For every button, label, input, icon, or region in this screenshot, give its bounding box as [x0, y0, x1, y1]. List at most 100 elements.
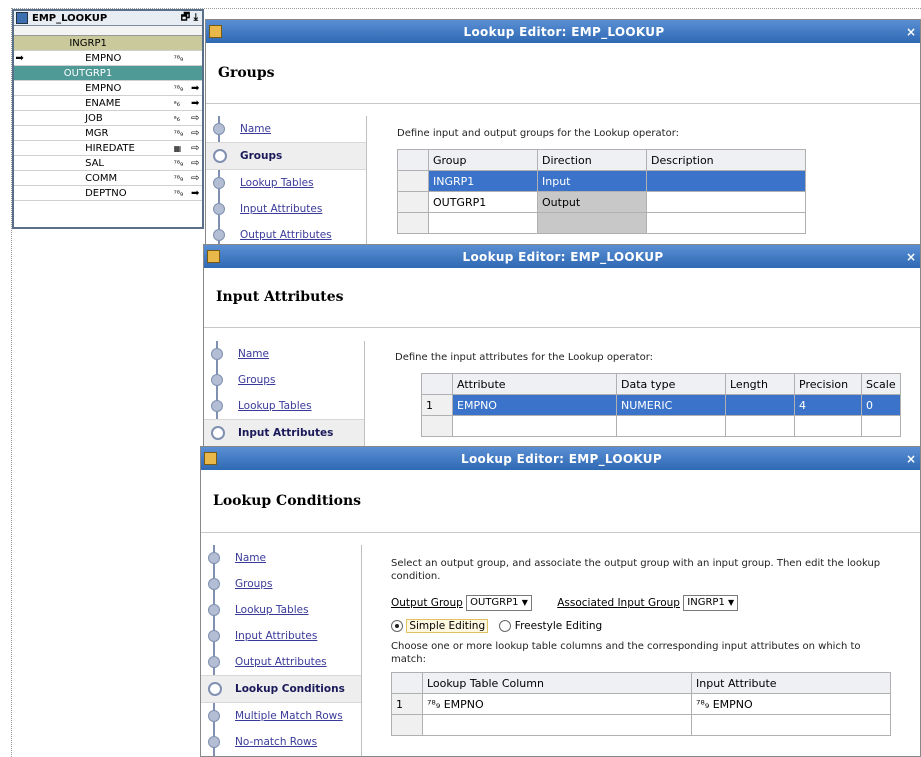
simple-editing-radio[interactable]: [391, 620, 403, 632]
attribute-name: COMM: [85, 172, 118, 184]
group-cell[interactable]: OUTGRP1: [428, 191, 538, 213]
direction-cell[interactable]: Input: [537, 170, 647, 192]
group-cell[interactable]: INGRP1: [428, 170, 538, 192]
attribute-name: HIREDATE: [85, 142, 135, 154]
table-row-empty[interactable]: [397, 212, 806, 234]
attribute-cell[interactable]: EMPNO: [452, 394, 617, 416]
editor-window-lookup-conditions: Lookup Editor: EMP_LOOKUP × Lookup Condi…: [200, 446, 921, 757]
close-icon[interactable]: ×: [906, 250, 920, 264]
output-arrow-icon: ➡: [190, 97, 200, 109]
step-dot-icon: [211, 426, 225, 440]
column-header-description[interactable]: Description: [646, 149, 806, 171]
scale-cell[interactable]: 0: [861, 394, 901, 416]
associated-input-group-dropdown[interactable]: INGRP1 ▼: [683, 595, 739, 611]
length-cell[interactable]: [725, 394, 795, 416]
table-row-empty[interactable]: [391, 714, 891, 736]
window-title-bar[interactable]: Lookup Editor: EMP_LOOKUP ×: [201, 447, 920, 470]
operator-attribute-row[interactable]: DEPTNO ⁷⁸₉ ➡: [14, 186, 202, 201]
operator-attribute-row[interactable]: ➡ EMPNO ⁷⁸₉: [14, 51, 202, 66]
operator-attribute-row[interactable]: SAL ⁷⁸₉ ⇨: [14, 156, 202, 171]
row-number: 1: [421, 394, 453, 416]
nav-item-input-attributes[interactable]: Input Attributes: [206, 196, 366, 222]
operator-attribute-row[interactable]: HIREDATE ▦ ⇨: [14, 141, 202, 156]
step-dot-icon: [208, 736, 220, 748]
column-header-group[interactable]: Group: [428, 149, 538, 171]
output-arrow-icon: ⇨: [190, 142, 200, 154]
column-header-direction[interactable]: Direction: [537, 149, 647, 171]
chevron-down-icon: ▼: [521, 598, 528, 607]
groups-table[interactable]: Group Direction Description INGRP1 Input…: [397, 149, 806, 234]
column-header-attribute[interactable]: Attribute: [452, 373, 617, 395]
window-title-bar[interactable]: Lookup Editor: EMP_LOOKUP ×: [204, 245, 920, 268]
lookup-table-column-cell[interactable]: ⁷⁸₉ EMPNO: [422, 693, 692, 715]
operator-attribute-row[interactable]: COMM ⁷⁸₉ ⇨: [14, 171, 202, 186]
operator-title-bar[interactable]: EMP_LOOKUP 🗗 ⤓: [14, 11, 202, 26]
operator-attribute-row[interactable]: MGR ⁷⁸₉ ⇨: [14, 126, 202, 141]
nav-item-name[interactable]: Name: [201, 545, 361, 571]
wizard-nav: Name Groups Lookup Tables Input Attributes: [204, 341, 365, 447]
nav-item-input-attributes[interactable]: Input Attributes: [201, 623, 361, 649]
step-dot-icon: [211, 348, 223, 360]
close-icon[interactable]: ×: [906, 452, 920, 466]
datatype-icon: ⁷⁸₉: [173, 83, 184, 93]
column-header-precision[interactable]: Precision: [794, 373, 862, 395]
nav-item-lookup-tables[interactable]: Lookup Tables: [201, 597, 361, 623]
description-cell[interactable]: [646, 170, 806, 192]
attribute-name: EMPNO: [85, 52, 122, 64]
nav-item-label[interactable]: Multiple Match Rows: [201, 710, 343, 722]
operator-window-controls[interactable]: 🗗 ⤓: [181, 10, 198, 27]
direction-cell[interactable]: Output: [537, 191, 647, 213]
input-attributes-panel: Define the input attributes for the Look…: [367, 328, 920, 447]
nav-item-lookup-tables[interactable]: Lookup Tables: [206, 170, 366, 196]
table-row[interactable]: 1 EMPNO NUMERIC 4 0: [421, 394, 901, 416]
nav-item-groups[interactable]: Groups: [206, 142, 366, 170]
row-number: 1: [391, 693, 423, 715]
step-dot-icon: [211, 400, 223, 412]
operator-group-row[interactable]: OUTGRP1: [14, 66, 202, 81]
step-dot-icon: [213, 203, 225, 215]
operator-group-row[interactable]: INGRP1: [14, 36, 202, 51]
simple-editing-label[interactable]: Simple Editing: [406, 619, 489, 633]
output-group-dropdown[interactable]: OUTGRP1 ▼: [466, 595, 532, 611]
column-header-length[interactable]: Length: [725, 373, 795, 395]
nav-item-groups[interactable]: Groups: [204, 367, 364, 393]
operator-attribute-row[interactable]: EMPNO ⁷⁸₉ ➡: [14, 81, 202, 96]
nav-item-output-attributes[interactable]: Output Attributes: [201, 649, 361, 675]
table-row[interactable]: INGRP1 Input: [397, 170, 806, 192]
window-app-icon: [209, 25, 222, 38]
column-header-input-attribute[interactable]: Input Attribute: [691, 672, 891, 694]
table-row-empty[interactable]: [421, 415, 901, 437]
table-row[interactable]: 1 ⁷⁸₉ EMPNO ⁷⁸₉ EMPNO: [391, 693, 891, 715]
column-header-lookup-table-column[interactable]: Lookup Table Column: [422, 672, 692, 694]
nav-item-lookup-tables[interactable]: Lookup Tables: [204, 393, 364, 419]
attribute-name: JOB: [85, 112, 103, 124]
step-dot-icon: [213, 177, 225, 189]
freestyle-editing-label[interactable]: Freestyle Editing: [515, 620, 602, 632]
operator-box[interactable]: EMP_LOOKUP 🗗 ⤓ INGRP1 ➡ EMPNO ⁷⁸₉ OUTGRP1 EMP…: [12, 9, 204, 229]
close-icon[interactable]: ×: [906, 25, 920, 39]
editor-window-input-attributes: Lookup Editor: EMP_LOOKUP × Input Attrib…: [203, 244, 921, 448]
column-header-data-type[interactable]: Data type: [616, 373, 726, 395]
operator-attribute-row[interactable]: ENAME ᵃ₆ ➡: [14, 96, 202, 111]
precision-cell[interactable]: 4: [794, 394, 862, 416]
nav-item-input-attributes[interactable]: Input Attributes: [204, 419, 364, 447]
window-title-bar[interactable]: Lookup Editor: EMP_LOOKUP ×: [206, 20, 920, 43]
nav-item-no-match-rows[interactable]: No-match Rows: [201, 729, 361, 755]
nav-item-lookup-conditions[interactable]: Lookup Conditions: [201, 675, 361, 703]
nav-item-groups[interactable]: Groups: [201, 571, 361, 597]
step-dot-icon: [213, 123, 225, 135]
table-row[interactable]: OUTGRP1 Output: [397, 191, 806, 213]
nav-item-multiple-match-rows[interactable]: Multiple Match Rows: [201, 703, 361, 729]
description-cell[interactable]: [646, 191, 806, 213]
nav-item-name[interactable]: Name: [206, 116, 366, 142]
nav-item-name[interactable]: Name: [204, 341, 364, 367]
input-attribute-cell[interactable]: ⁷⁸₉ EMPNO: [691, 693, 891, 715]
lookup-conditions-table[interactable]: Lookup Table Column Input Attribute 1 ⁷⁸…: [391, 672, 891, 736]
column-header-scale[interactable]: Scale: [861, 373, 901, 395]
data-type-cell[interactable]: NUMERIC: [616, 394, 726, 416]
nav-item-label[interactable]: Lookup Conditions: [201, 683, 345, 695]
operator-rows: INGRP1 ➡ EMPNO ⁷⁸₉ OUTGRP1 EMPNO ⁷⁸₉ ➡ ENAME ᵃ₆ ➡ J…: [14, 36, 202, 201]
input-attributes-table[interactable]: Attribute Data type Length Precision Sca…: [421, 373, 901, 437]
freestyle-editing-radio[interactable]: [499, 620, 512, 632]
operator-attribute-row[interactable]: JOB ᵃ₆ ⇨: [14, 111, 202, 126]
